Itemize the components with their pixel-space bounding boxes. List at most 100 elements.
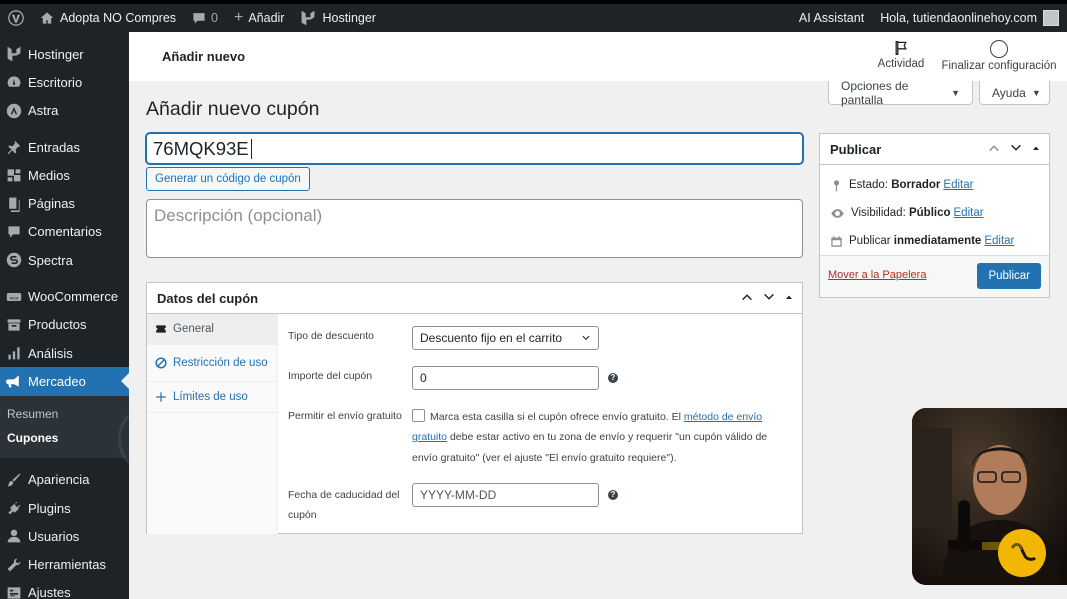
chevron-up-icon[interactable] bbox=[740, 290, 754, 304]
eye-icon bbox=[831, 208, 844, 218]
description-textarea[interactable]: Descripción (opcional) bbox=[146, 199, 803, 258]
toggle-panel-icon[interactable] bbox=[1031, 143, 1041, 153]
new-content-link[interactable]: + Añadir bbox=[226, 4, 292, 32]
hostinger-link[interactable]: Hostinger bbox=[292, 4, 384, 32]
sidebar-item-ajustes[interactable]: Ajustes bbox=[0, 579, 129, 599]
submenu-item-resumen[interactable]: Resumen bbox=[0, 402, 129, 426]
sidebar-item-spectra[interactable]: Spectra bbox=[0, 246, 129, 274]
dashboard-icon bbox=[6, 74, 22, 90]
hostinger-icon bbox=[302, 10, 315, 26]
pin-icon bbox=[833, 179, 840, 191]
publish-footer: Mover a la Papelera Publicar bbox=[820, 255, 1049, 297]
home-icon bbox=[40, 12, 54, 24]
toggle-panel-icon[interactable] bbox=[784, 292, 794, 302]
discount-type-select[interactable]: Descuento fijo en el carrito bbox=[412, 326, 599, 350]
presenter-video-image bbox=[912, 408, 1067, 585]
sidebar-item-plugins[interactable]: Plugins bbox=[0, 494, 129, 522]
description-placeholder: Descripción (opcional) bbox=[154, 206, 323, 225]
sidebar-item-label: Plugins bbox=[28, 500, 71, 516]
megaphone-icon bbox=[6, 373, 22, 389]
mercadeo-submenu: Resumen Cupones bbox=[0, 395, 129, 458]
page-icon bbox=[6, 196, 22, 212]
chevron-down-icon[interactable] bbox=[1009, 141, 1023, 155]
sidebar-item-label: Hostinger bbox=[28, 46, 84, 62]
coupon-data-title: Datos del cupón bbox=[157, 290, 259, 306]
header-title: Añadir nuevo bbox=[162, 49, 246, 64]
coupon-data-tabs: General Restricción de uso Límites de us… bbox=[147, 314, 278, 534]
sidebar-item-label: Páginas bbox=[28, 196, 75, 212]
plus-icon: + bbox=[233, 9, 244, 26]
coupon-data-box: Datos del cupón General Restricción de u… bbox=[146, 282, 803, 534]
site-name-link[interactable]: Adopta NO Compres bbox=[32, 4, 184, 32]
publish-header: Publicar bbox=[820, 134, 1049, 165]
sidebar-item-label: Apariencia bbox=[28, 472, 90, 488]
discount-type-value: Descuento fijo en el carrito bbox=[420, 331, 563, 345]
screen-options-label: Opciones de pantalla bbox=[841, 78, 909, 107]
sidebar-item-paginas[interactable]: Páginas bbox=[0, 189, 129, 217]
comment-icon bbox=[6, 224, 22, 240]
text-cursor bbox=[250, 138, 252, 159]
sidebar-item-mercadeo[interactable]: Mercadeo bbox=[0, 367, 129, 396]
activity-button[interactable]: Actividad bbox=[871, 40, 931, 70]
sidebar-item-comentarios[interactable]: Comentarios bbox=[0, 218, 129, 246]
discount-type-label: Tipo de descuento bbox=[288, 330, 375, 342]
generate-coupon-code-button[interactable]: Generar un código de cupón bbox=[146, 167, 310, 191]
wordpress-logo-icon[interactable] bbox=[0, 4, 32, 32]
site-name: Adopta NO Compres bbox=[60, 11, 177, 25]
coupon-amount-label: Importe del cupón bbox=[288, 370, 373, 382]
sidebar-item-usuarios[interactable]: Usuarios bbox=[0, 522, 129, 550]
free-shipping-description: Marca esta casilla si el cupón ofrece en… bbox=[412, 411, 768, 464]
sidebar-item-apariencia[interactable]: Apariencia bbox=[0, 466, 129, 494]
sidebar-item-label: Escritorio bbox=[28, 74, 83, 90]
user-icon bbox=[6, 528, 22, 544]
my-account-link[interactable]: Hola, tutiendaonlinehoy.com bbox=[872, 4, 1067, 32]
flag-icon bbox=[895, 40, 907, 56]
edit-schedule-link[interactable]: Editar bbox=[984, 235, 1014, 247]
chevron-up-icon[interactable] bbox=[987, 141, 1001, 155]
publish-button[interactable]: Publicar bbox=[977, 263, 1041, 289]
svg-text:woo: woo bbox=[10, 296, 19, 301]
sidebar-item-productos[interactable]: Productos bbox=[0, 311, 129, 339]
ai-assistant-label: AI Assistant bbox=[798, 11, 865, 25]
coupon-code-input[interactable]: 76MQK93E bbox=[146, 133, 803, 164]
ticket-icon bbox=[156, 325, 166, 333]
block-icon bbox=[155, 357, 167, 369]
sidebar-item-label: Entradas bbox=[28, 139, 81, 155]
visibility-value: Público bbox=[908, 207, 951, 219]
plugin-icon bbox=[6, 500, 22, 516]
help-button[interactable]: Ayuda ▼ bbox=[979, 81, 1050, 105]
tab-label: Límites de uso bbox=[173, 391, 248, 403]
screen-options-button[interactable]: Opciones de pantalla ▼ bbox=[828, 78, 973, 107]
plus-cross-icon bbox=[156, 392, 166, 402]
astra-icon bbox=[6, 103, 22, 119]
finish-setup-button[interactable]: Finalizar configuración bbox=[939, 40, 1059, 72]
admin-bar: Adopta NO Compres 0 + Añadir Hostinger A… bbox=[0, 0, 1067, 32]
submenu-item-cupones[interactable]: Cupones bbox=[0, 426, 129, 450]
tab-general[interactable]: General bbox=[147, 314, 277, 345]
help-icon[interactable]: ? bbox=[608, 490, 618, 500]
chart-icon bbox=[6, 345, 22, 361]
sidebar-item-hostinger[interactable]: Hostinger bbox=[0, 40, 129, 68]
sidebar-item-escritorio[interactable]: Escritorio bbox=[0, 68, 129, 96]
coupon-amount-input[interactable]: 0 bbox=[412, 366, 599, 390]
sidebar-item-label: Comentarios bbox=[28, 224, 102, 240]
sidebar-item-entradas[interactable]: Entradas bbox=[0, 133, 129, 161]
tab-usage-limits[interactable]: Límites de uso bbox=[147, 382, 277, 413]
sidebar-item-woocommerce[interactable]: woo WooCommerce bbox=[0, 282, 129, 310]
schedule-value: inmediatamente bbox=[893, 235, 982, 247]
sidebar-item-medios[interactable]: Medios bbox=[0, 161, 129, 189]
expiry-date-input[interactable]: YYYY-MM-DD bbox=[412, 483, 599, 507]
chevron-down-icon[interactable] bbox=[762, 290, 776, 304]
help-icon[interactable]: ? bbox=[608, 373, 618, 383]
ai-assistant-link[interactable]: AI Assistant bbox=[791, 4, 872, 32]
settings-icon bbox=[6, 585, 22, 599]
comments-link[interactable]: 0 bbox=[184, 4, 226, 32]
tab-usage-restriction[interactable]: Restricción de uso bbox=[147, 345, 277, 382]
move-to-trash-link[interactable]: Mover a la Papelera bbox=[828, 269, 926, 281]
edit-status-link[interactable]: Editar bbox=[943, 179, 973, 191]
sidebar-item-analisis[interactable]: Análisis bbox=[0, 339, 129, 367]
sidebar-item-herramientas[interactable]: Herramientas bbox=[0, 550, 129, 578]
edit-visibility-link[interactable]: Editar bbox=[954, 207, 984, 219]
sidebar-item-astra[interactable]: Astra bbox=[0, 97, 129, 125]
pin-icon bbox=[6, 139, 22, 155]
